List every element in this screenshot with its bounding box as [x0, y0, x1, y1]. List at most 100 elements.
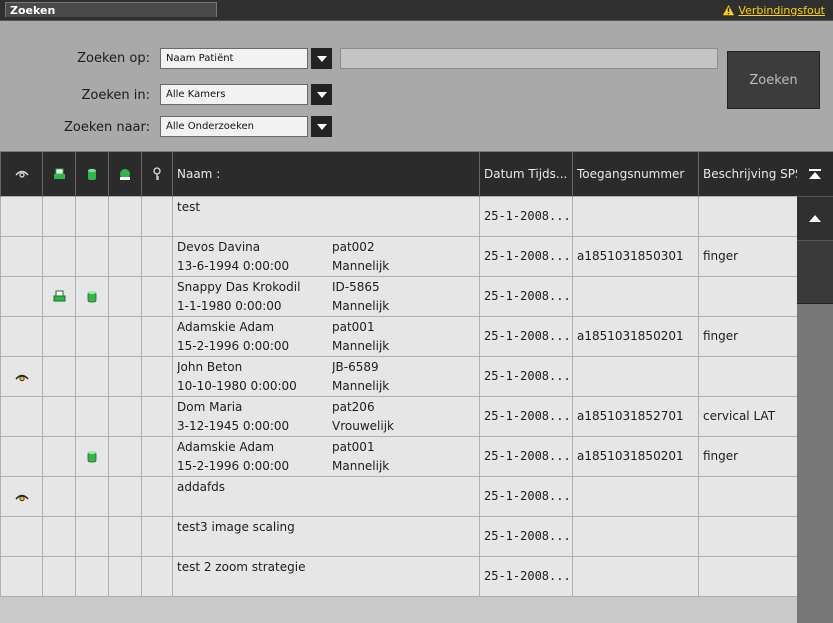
patient-dob: 15-2-1996 0:00:00: [177, 338, 290, 353]
patient-dob: 3-12-1945 0:00:00: [177, 418, 290, 433]
zoeken-naar-label: Zoeken naar:: [64, 120, 150, 135]
toegang-cell: [572, 555, 699, 597]
stored-cell: [75, 395, 109, 437]
patient-sex: Mannelijk: [332, 458, 390, 473]
name-cell: addafds: [172, 475, 480, 517]
viewed-cell: [0, 515, 43, 557]
viewed-cell: [0, 435, 43, 477]
key-cell: [141, 355, 173, 397]
table-row[interactable]: test 25-1-2008...: [0, 195, 797, 237]
col-network-header[interactable]: [108, 152, 142, 196]
network-cell: [108, 275, 142, 317]
printed-cell: [42, 555, 76, 597]
patient-id: pat001: [332, 439, 375, 454]
patient-name: Adamskie Adam: [177, 439, 275, 454]
printed-cell: [42, 195, 76, 237]
scroll-top-icon: [809, 169, 821, 179]
patient-name: addafds: [177, 479, 226, 494]
key-cell: [141, 555, 173, 597]
scroll-thumb[interactable]: [797, 241, 833, 304]
patient-sex: Mannelijk: [332, 378, 390, 393]
datum-cell: 25-1-2008...: [479, 395, 573, 437]
datum-cell: 25-1-2008...: [479, 235, 573, 277]
viewed-cell: [0, 395, 43, 437]
zoeken-button[interactable]: Zoeken: [727, 51, 820, 109]
toegang-cell: [572, 195, 699, 237]
patient-dob: 13-6-1994 0:00:00: [177, 258, 290, 273]
col-datum-header[interactable]: Datum Tijds...: [479, 152, 573, 196]
connection-status[interactable]: Verbindingsfout: [722, 3, 825, 17]
patient-name: John Beton: [177, 359, 243, 374]
table-row[interactable]: John Beton JB-6589 10-10-1980 0:00:00 Manne…: [0, 355, 797, 397]
col-viewed-header[interactable]: [0, 152, 43, 196]
patient-name: Devos Davina: [177, 239, 261, 254]
table-header-row: Naam : Datum Tijds... Toegangsnummer Bes…: [0, 152, 797, 196]
table-row[interactable]: test 2 zoom strategie 25-1-2008...: [0, 555, 797, 597]
zoeken-naar-select[interactable]: Alle Onderzoeken: [160, 116, 332, 137]
key-cell: [141, 235, 173, 277]
table-row[interactable]: addafds 25-1-2008...: [0, 475, 797, 517]
zoeken-op-value[interactable]: Naam Patiënt: [160, 48, 308, 69]
viewed-cell: [0, 195, 43, 237]
connection-status-link[interactable]: Verbindingsfout: [738, 4, 825, 17]
beschrijving-cell: cervical LAT: [698, 395, 797, 437]
stored-cell: [75, 195, 109, 237]
col-printed-header[interactable]: [42, 152, 76, 196]
search-input[interactable]: [340, 48, 718, 69]
beschrijving-cell: finger: [698, 315, 797, 357]
zoeken-in-dropdown-button[interactable]: [311, 84, 332, 105]
network-cell: [108, 515, 142, 557]
toegang-cell: a1851031850301: [572, 235, 699, 277]
zoeken-op-dropdown-button[interactable]: [311, 48, 332, 69]
database-icon: [87, 450, 97, 463]
zoeken-op-select[interactable]: Naam Patiënt: [160, 48, 332, 69]
toegang-cell: [572, 275, 699, 317]
patient-sex: Vrouwelijk: [332, 418, 394, 433]
table-row[interactable]: Adamskie Adam pat001 15-2-1996 0:00:00 Mann…: [0, 435, 797, 477]
viewed-cell: [0, 355, 43, 397]
network-cell: [108, 435, 142, 477]
name-cell: Devos Davina pat002 13-6-1994 0:00:00 Manne…: [172, 235, 480, 277]
key-cell: [141, 395, 173, 437]
chevron-down-icon: [316, 55, 327, 62]
zoeken-naar-value[interactable]: Alle Onderzoeken: [160, 116, 308, 137]
table-row[interactable]: test3 image scaling 25-1-2008...: [0, 515, 797, 557]
database-icon: [88, 168, 96, 180]
scroll-up-button[interactable]: [797, 197, 833, 241]
printed-cell: [42, 355, 76, 397]
name-cell: Adamskie Adam pat001 15-2-1996 0:00:00 Mann…: [172, 315, 480, 357]
printed-cell: [42, 315, 76, 357]
col-name-header[interactable]: Naam :: [172, 152, 480, 196]
zoeken-naar-dropdown-button[interactable]: [311, 116, 332, 137]
col-stored-header[interactable]: [75, 152, 109, 196]
viewed-cell: [0, 475, 43, 517]
col-beschrijving-header[interactable]: Beschrijving SPS: [698, 152, 797, 196]
stored-cell: [75, 355, 109, 397]
zoeken-in-select[interactable]: Alle Kamers: [160, 84, 332, 105]
table-row[interactable]: Dom Maria pat206 3-12-1945 0:00:00 Vrouweli…: [0, 395, 797, 437]
table-row[interactable]: Snappy Das Krokodil ID-5865 1-1-1980 0:00:…: [0, 275, 797, 317]
vertical-scrollbar[interactable]: [797, 152, 833, 623]
col-toegang-header[interactable]: Toegangsnummer: [572, 152, 699, 196]
network-cell: [108, 315, 142, 357]
toegang-cell: [572, 475, 699, 517]
col-key-header[interactable]: [141, 152, 173, 196]
scroll-to-top-button[interactable]: [797, 152, 833, 197]
printed-cell: [42, 235, 76, 277]
datum-cell: 25-1-2008...: [479, 555, 573, 597]
zoeken-in-value[interactable]: Alle Kamers: [160, 84, 308, 105]
toegang-cell: a1851031850201: [572, 435, 699, 477]
beschrijving-cell: [698, 275, 797, 317]
search-window: Zoeken Verbindingsfout Zoeken op: Naam P…: [0, 0, 833, 623]
printed-cell: [42, 435, 76, 477]
patient-id: pat206: [332, 399, 375, 414]
database-icon: [87, 290, 97, 303]
eye-icon: [14, 171, 29, 178]
table-row[interactable]: Adamskie Adam pat001 15-2-1996 0:00:00 Mann…: [0, 315, 797, 357]
chevron-down-icon: [316, 123, 327, 130]
table-row[interactable]: Devos Davina pat002 13-6-1994 0:00:00 Manne…: [0, 235, 797, 277]
patient-id: [332, 199, 479, 216]
eye-icon: [14, 494, 29, 501]
datum-cell: 25-1-2008...: [479, 435, 573, 477]
network-cell: [108, 195, 142, 237]
